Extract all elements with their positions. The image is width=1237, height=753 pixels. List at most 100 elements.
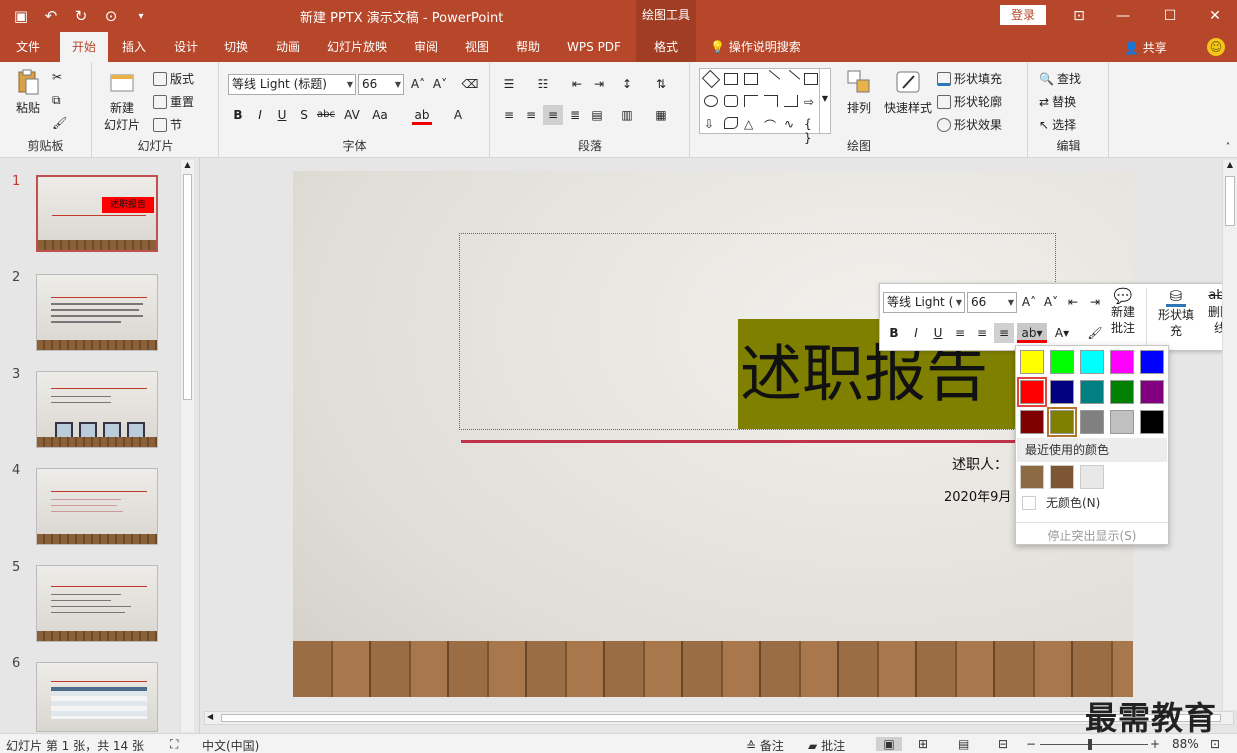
slide-thumbnail-2[interactable] bbox=[36, 274, 158, 351]
reading-view-icon[interactable]: ▤ bbox=[958, 737, 969, 751]
shapes-gallery[interactable]: ⇨ ⇩ △ ⌒ ∿ { } bbox=[699, 68, 823, 145]
tab-file[interactable]: 文件 bbox=[6, 32, 50, 62]
color-swatch[interactable] bbox=[1080, 410, 1104, 434]
color-swatch[interactable] bbox=[1110, 380, 1134, 404]
bullets-icon[interactable]: ☰ bbox=[499, 74, 519, 94]
share-button[interactable]: 👤 共享 bbox=[1124, 39, 1167, 56]
close-button[interactable]: ✕ bbox=[1193, 0, 1237, 32]
grow-font-icon[interactable]: A˄ bbox=[1019, 292, 1039, 312]
align-left-icon[interactable]: ≡ bbox=[499, 105, 519, 125]
align-right-icon[interactable]: ≡ bbox=[543, 105, 563, 125]
shape-effects-button[interactable]: 形状效果 bbox=[937, 116, 1002, 133]
underline-icon[interactable]: U bbox=[928, 323, 948, 343]
collapse-ribbon-icon[interactable]: ˄ bbox=[1218, 138, 1237, 158]
color-swatch[interactable] bbox=[1140, 350, 1164, 374]
notes-button[interactable]: ≙ 备注 bbox=[746, 737, 784, 753]
scrollbar-thumb[interactable] bbox=[221, 714, 1221, 722]
new-slide-button[interactable]: 新建 幻灯片 bbox=[99, 68, 145, 133]
color-swatch[interactable] bbox=[1140, 380, 1164, 404]
line-shape-icon[interactable] bbox=[761, 69, 781, 89]
quick-styles-button[interactable]: 快速样式 bbox=[881, 68, 935, 116]
save-icon[interactable]: ▣ bbox=[8, 4, 34, 28]
arrow-shape-icon[interactable] bbox=[781, 69, 801, 89]
brace-shape-icon[interactable]: { } bbox=[804, 117, 818, 145]
zoom-in-icon[interactable]: + bbox=[1150, 737, 1160, 751]
scroll-left-icon[interactable]: ◀ bbox=[207, 712, 213, 721]
align-right-icon[interactable]: ≡ bbox=[994, 323, 1014, 343]
scroll-up-icon[interactable]: ▲ bbox=[1223, 160, 1237, 169]
arrange-button[interactable]: 排列 bbox=[837, 68, 881, 116]
shadow-icon[interactable]: S bbox=[294, 105, 314, 125]
underline-icon[interactable]: U bbox=[272, 105, 292, 125]
paste-button[interactable]: 粘贴 bbox=[10, 68, 46, 116]
bold-icon[interactable]: B bbox=[228, 105, 248, 125]
slide-sorter-view-icon[interactable]: ⊞ bbox=[918, 737, 928, 751]
color-swatch[interactable] bbox=[1110, 350, 1134, 374]
flowchart-shape-icon[interactable] bbox=[724, 117, 738, 129]
font-color-icon[interactable]: A▾ bbox=[1052, 323, 1072, 343]
curve-shape-icon[interactable]: ⌒ bbox=[764, 117, 778, 133]
clear-formatting-icon[interactable]: ⌫ bbox=[460, 74, 480, 94]
tab-help[interactable]: 帮助 bbox=[508, 32, 548, 62]
tab-view[interactable]: 视图 bbox=[457, 32, 497, 62]
strikethrough-icon[interactable]: abc bbox=[316, 105, 336, 125]
format-painter-icon[interactable]: 🖌 bbox=[52, 116, 67, 130]
recent-color-swatch[interactable] bbox=[1050, 465, 1074, 489]
font-name-combo[interactable]: 等线 Light (标题) ▼ bbox=[228, 74, 356, 95]
minimize-button[interactable]: — bbox=[1101, 0, 1145, 32]
slide-thumbnail-3[interactable] bbox=[36, 371, 158, 448]
shape-fill-button[interactable]: ⛁ 形状填 充 bbox=[1156, 288, 1196, 339]
slide-canvas[interactable]: 述职报告 述职人： 2020年9月 bbox=[293, 171, 1133, 697]
color-swatch[interactable] bbox=[1020, 410, 1044, 434]
slide-thumbnail-5[interactable] bbox=[36, 565, 158, 642]
increase-indent-icon[interactable]: ⇥ bbox=[1085, 292, 1105, 312]
reset-button[interactable]: 重置 bbox=[153, 93, 194, 110]
align-left-icon[interactable]: ≡ bbox=[950, 323, 970, 343]
copy-icon[interactable]: ⧉ bbox=[52, 93, 61, 108]
color-swatch[interactable] bbox=[1050, 380, 1074, 404]
columns-icon[interactable]: ▥ bbox=[617, 105, 637, 125]
new-comment-button[interactable]: 💬 新建 批注 bbox=[1108, 288, 1138, 336]
tab-format[interactable]: 格式 bbox=[636, 32, 696, 62]
fit-to-window-icon[interactable]: ⊡ bbox=[1210, 737, 1220, 751]
format-painter-icon[interactable]: 🖌 bbox=[1085, 323, 1105, 343]
connector-shape-icon[interactable] bbox=[744, 95, 758, 107]
tab-animations[interactable]: 动画 bbox=[268, 32, 308, 62]
vertical-textbox-shape-icon[interactable] bbox=[744, 73, 758, 85]
highlight-color-icon[interactable]: ab bbox=[412, 105, 432, 125]
justify-icon[interactable]: ≣ bbox=[565, 105, 585, 125]
font-color-icon[interactable]: A bbox=[448, 105, 468, 125]
color-swatch[interactable] bbox=[1050, 350, 1074, 374]
tab-design[interactable]: 设计 bbox=[166, 32, 206, 62]
no-color-option[interactable]: 无颜色(N) bbox=[1022, 494, 1100, 511]
date-label[interactable]: 2020年9月 bbox=[944, 486, 1011, 505]
maximize-button[interactable]: ☐ bbox=[1148, 0, 1192, 32]
increase-indent-icon[interactable]: ⇥ bbox=[589, 74, 609, 94]
color-swatch[interactable] bbox=[1020, 350, 1044, 374]
shape-fill-button[interactable]: 形状填充 bbox=[937, 70, 1002, 87]
language-indicator[interactable]: 中文(中国) bbox=[202, 737, 259, 753]
decrease-indent-icon[interactable]: ⇤ bbox=[567, 74, 587, 94]
select-button[interactable]: ↖ 选择 bbox=[1039, 116, 1076, 133]
scrollbar-thumb[interactable] bbox=[183, 174, 192, 400]
color-swatch[interactable] bbox=[1140, 410, 1164, 434]
layout-button[interactable]: 版式 bbox=[153, 70, 194, 87]
tab-wps-pdf[interactable]: WPS PDF bbox=[560, 32, 628, 62]
color-swatch[interactable] bbox=[1047, 407, 1077, 437]
slideshow-view-icon[interactable]: ⊟ bbox=[998, 737, 1008, 751]
slide-thumbnail-6[interactable] bbox=[36, 662, 158, 732]
oval-shape-icon[interactable] bbox=[704, 95, 718, 107]
shrink-font-icon[interactable]: A˅ bbox=[430, 74, 450, 94]
distributed-icon[interactable]: ▤ bbox=[587, 105, 607, 125]
italic-icon[interactable]: I bbox=[250, 105, 270, 125]
section-button[interactable]: 节 bbox=[153, 116, 182, 133]
color-swatch[interactable] bbox=[1110, 410, 1134, 434]
highlight-color-button[interactable]: ab▾ bbox=[1017, 323, 1047, 343]
scroll-up-icon[interactable]: ▲ bbox=[181, 160, 194, 169]
tab-review[interactable]: 审阅 bbox=[406, 32, 446, 62]
elbow-arrow-shape-icon[interactable] bbox=[784, 95, 798, 107]
smartart-icon[interactable]: ▦ bbox=[651, 105, 671, 125]
normal-view-icon[interactable]: ▣ bbox=[876, 737, 902, 751]
ribbon-display-options-icon[interactable]: ⊡ bbox=[1057, 0, 1101, 32]
slideshow-icon[interactable]: ⊙ bbox=[98, 4, 124, 28]
